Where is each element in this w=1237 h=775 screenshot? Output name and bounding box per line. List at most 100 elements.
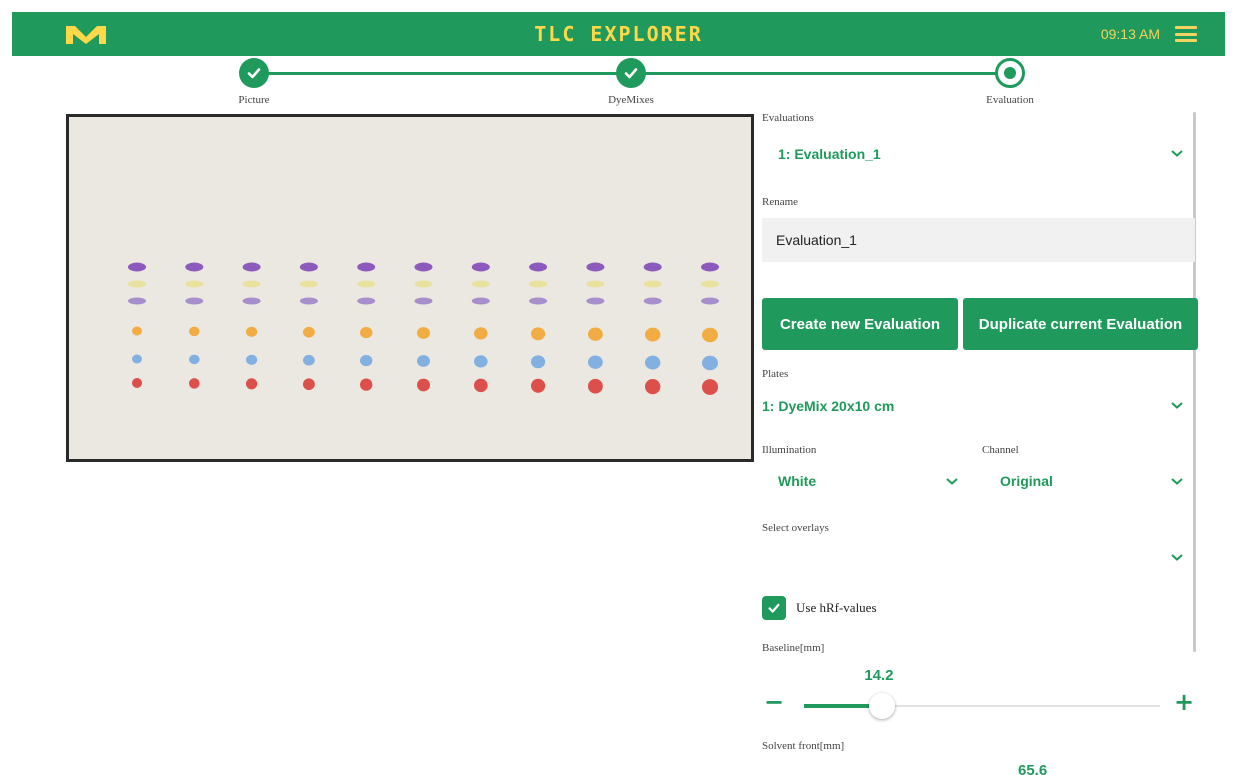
tlc-spot bbox=[529, 280, 548, 288]
step-dyemixes-node[interactable] bbox=[616, 58, 646, 88]
tlc-spot bbox=[586, 262, 605, 272]
tlc-spot bbox=[588, 355, 603, 369]
tlc-spot bbox=[189, 326, 200, 337]
tlc-spot bbox=[586, 280, 605, 288]
tlc-spot bbox=[471, 280, 490, 288]
tlc-spot bbox=[185, 297, 204, 305]
illumination-label: Illumination bbox=[762, 444, 817, 456]
tlc-spot bbox=[531, 327, 546, 341]
clock-time: 09:13 AM bbox=[1100, 26, 1160, 42]
tlc-spot bbox=[360, 327, 373, 339]
tlc-spot bbox=[132, 378, 142, 388]
tlc-spot bbox=[529, 262, 548, 272]
step-evaluation-node[interactable] bbox=[995, 58, 1025, 88]
evaluations-select[interactable]: 1: Evaluation_1 bbox=[778, 146, 881, 162]
chevron-down-icon[interactable] bbox=[1170, 148, 1184, 158]
tlc-spot bbox=[414, 297, 433, 305]
tlc-spot bbox=[471, 262, 490, 272]
tlc-spot bbox=[242, 262, 261, 272]
tlc-spot bbox=[531, 378, 546, 393]
app-title: TLC EXPLORER bbox=[534, 22, 703, 46]
baseline-label: Baseline[mm] bbox=[762, 642, 825, 654]
tlc-spot bbox=[702, 327, 718, 343]
tlc-spot bbox=[303, 354, 315, 366]
tlc-spot bbox=[701, 280, 719, 288]
tlc-spot bbox=[299, 262, 318, 272]
tlc-spot bbox=[645, 355, 661, 370]
chevron-down-icon[interactable] bbox=[1170, 476, 1184, 486]
app-header: TLC EXPLORER 09:13 AM bbox=[12, 12, 1225, 56]
tlc-spot bbox=[588, 378, 603, 394]
select-overlays-label: Select overlays bbox=[762, 522, 829, 534]
tlc-spot bbox=[586, 297, 605, 305]
create-new-evaluation-button[interactable]: Create new Evaluation bbox=[762, 298, 958, 350]
tlc-spot bbox=[242, 280, 261, 288]
plates-select[interactable]: 1: DyeMix 20x10 cm bbox=[762, 398, 894, 414]
solvent-front-label: Solvent front[mm] bbox=[762, 740, 845, 752]
chevron-down-icon[interactable] bbox=[1170, 552, 1184, 562]
tlc-spot bbox=[357, 297, 376, 305]
tlc-plate-image bbox=[66, 114, 754, 462]
panel-scrollbar[interactable] bbox=[1193, 112, 1196, 652]
tlc-spot bbox=[474, 327, 488, 340]
tlc-spot bbox=[471, 297, 490, 305]
tlc-spot bbox=[414, 280, 433, 288]
solvent-front-value: 65.6 bbox=[1018, 762, 1048, 775]
baseline-decrement-button[interactable]: − bbox=[764, 688, 784, 716]
tlc-spot bbox=[246, 378, 258, 390]
tlc-spot bbox=[242, 297, 261, 305]
baseline-increment-button[interactable]: + bbox=[1174, 688, 1194, 716]
baseline-slider-thumb[interactable] bbox=[869, 693, 896, 719]
tlc-spot bbox=[643, 280, 662, 288]
tlc-spot bbox=[701, 297, 719, 305]
tlc-spot bbox=[360, 378, 373, 391]
baseline-value: 14.2 bbox=[864, 667, 894, 684]
channel-label: Channel bbox=[982, 444, 1019, 456]
tlc-spot bbox=[132, 326, 142, 336]
rename-input[interactable]: Evaluation_1 bbox=[776, 218, 1176, 262]
illumination-select[interactable]: White bbox=[778, 473, 816, 489]
tlc-spot bbox=[474, 378, 488, 393]
step-dyemixes-label: DyeMixes bbox=[608, 94, 654, 106]
plates-label: Plates bbox=[762, 368, 789, 380]
tlc-spot bbox=[643, 262, 662, 272]
chevron-down-icon[interactable] bbox=[1170, 400, 1184, 410]
chevron-down-icon[interactable] bbox=[945, 476, 959, 486]
tlc-spot bbox=[701, 262, 719, 272]
checkmark-icon bbox=[247, 68, 261, 79]
tlc-spot bbox=[189, 354, 200, 365]
hamburger-menu-icon[interactable] bbox=[1175, 26, 1197, 42]
step-picture-label: Picture bbox=[238, 94, 270, 106]
tlc-spot bbox=[417, 378, 430, 392]
tlc-spot bbox=[417, 355, 430, 367]
tlc-spot bbox=[299, 280, 318, 288]
tlc-spot bbox=[357, 280, 376, 288]
tlc-spot bbox=[645, 378, 661, 395]
tlc-spot bbox=[529, 297, 548, 305]
checkmark-icon bbox=[624, 68, 638, 79]
tlc-spot bbox=[246, 326, 258, 337]
tlc-spot bbox=[128, 297, 146, 305]
step-evaluation-label: Evaluation bbox=[986, 94, 1034, 106]
tlc-spot bbox=[132, 354, 142, 364]
evaluations-label: Evaluations bbox=[762, 112, 814, 124]
overlays-select[interactable] bbox=[778, 552, 1158, 572]
use-hrf-checkbox[interactable] bbox=[762, 596, 786, 620]
step-picture-node[interactable] bbox=[239, 58, 269, 88]
tlc-spot bbox=[702, 355, 718, 371]
tlc-spot bbox=[417, 327, 430, 339]
rename-field[interactable]: Evaluation_1 bbox=[762, 218, 1195, 262]
tlc-spot bbox=[474, 355, 488, 368]
tlc-spot bbox=[189, 378, 200, 389]
tlc-plate-spots bbox=[128, 262, 719, 395]
duplicate-evaluation-button[interactable]: Duplicate current Evaluation bbox=[963, 298, 1198, 350]
active-step-dot bbox=[1004, 67, 1016, 79]
channel-select[interactable]: Original bbox=[1000, 473, 1053, 489]
tlc-spot bbox=[357, 262, 376, 272]
tlc-spot bbox=[588, 327, 603, 341]
use-hrf-label: Use hRf-values bbox=[796, 600, 877, 615]
tlc-spot bbox=[185, 262, 204, 272]
tlc-spot bbox=[645, 327, 661, 342]
tlc-spot bbox=[303, 378, 315, 391]
tlc-spot bbox=[414, 262, 433, 272]
